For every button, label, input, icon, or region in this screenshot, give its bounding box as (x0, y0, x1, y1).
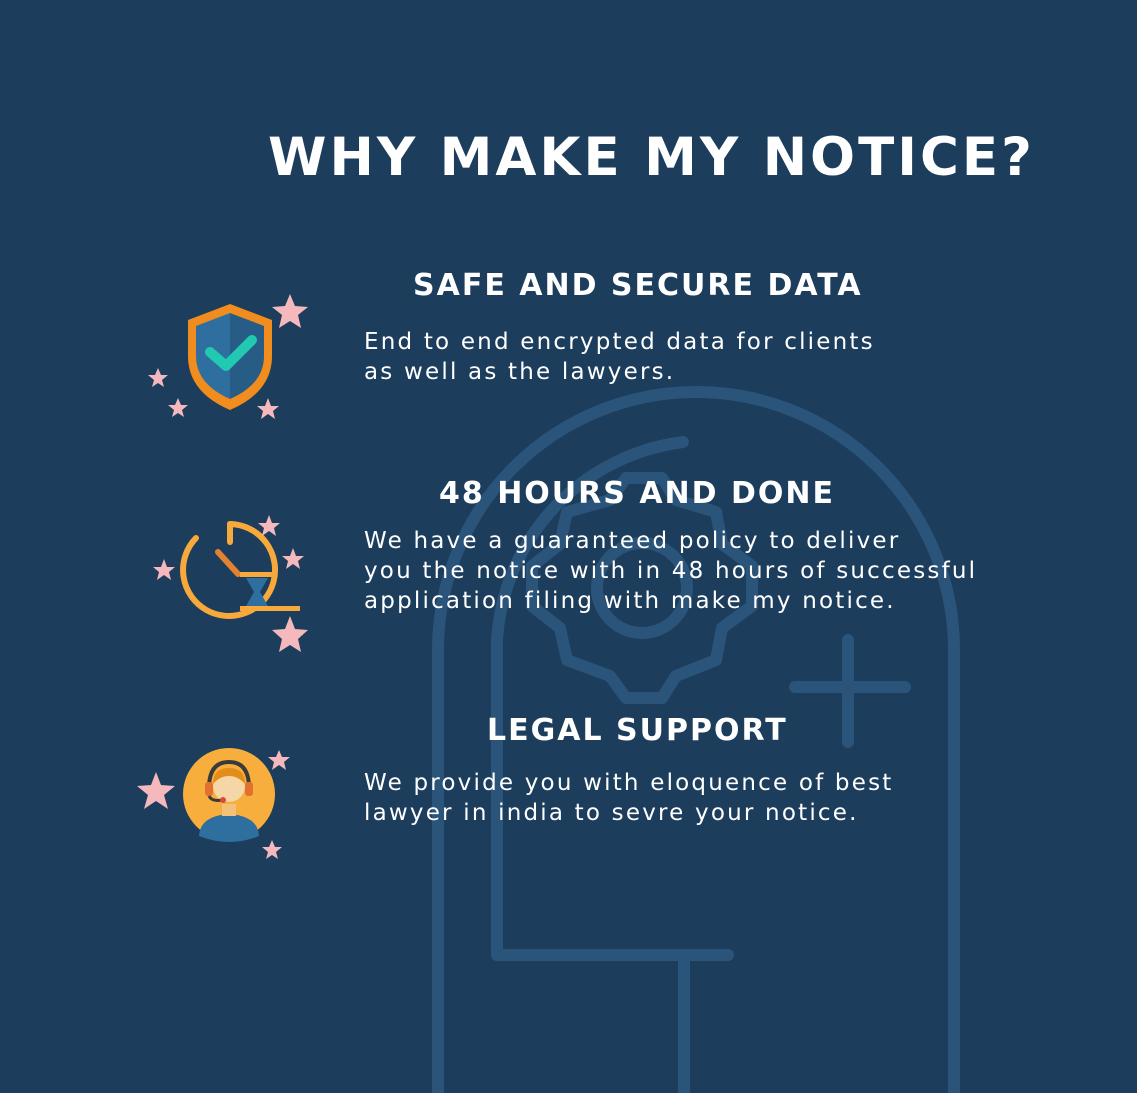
hourglass-body (246, 578, 268, 606)
star-icon (168, 398, 188, 417)
feature-description: We have a guaranteed policy to deliver y… (364, 526, 977, 616)
feature-description-line: End to end encrypted data for clients (364, 329, 875, 355)
feature-description: We provide you with eloquence of best la… (364, 768, 893, 828)
star-icon (148, 368, 168, 387)
star-icon (257, 398, 279, 419)
star-icon (153, 559, 175, 580)
feature-description: End to end encrypted data for clients as… (364, 327, 875, 387)
star-icon (272, 294, 308, 328)
star-icon (262, 840, 282, 859)
feature-title: SAFE AND SECURE DATA (413, 268, 863, 303)
feature-description-line: We provide you with eloquence of best (364, 770, 894, 796)
feature-description-line: as well as the lawyers. (364, 359, 676, 385)
avatar-neck (222, 804, 236, 816)
hourglass-top-bar (240, 572, 274, 577)
feature-description-line: you the notice with in 48 hours of succe… (364, 558, 978, 584)
headset-ear-left (205, 782, 213, 796)
timer-hand (215, 549, 241, 577)
star-icon (272, 616, 308, 652)
feature-description-line: We have a guaranteed policy to deliver (364, 528, 901, 554)
star-icon (137, 772, 175, 809)
why-section: WHY MAKE MY NOTICE? SAFE AND SECURE DATA… (0, 0, 1137, 1093)
feature-title: LEGAL SUPPORT (487, 713, 788, 748)
headset-ear-right (245, 782, 253, 796)
feature-description-line: lawyer in india to sevre your notice. (364, 800, 859, 826)
hourglass-bottom-bar (240, 606, 300, 611)
support-agent-icon (137, 748, 290, 859)
feature-description-line: application filing with make my notice. (364, 588, 896, 614)
star-icon (258, 515, 280, 536)
star-icon (282, 548, 304, 569)
star-icon (268, 750, 290, 770)
page-title: WHY MAKE MY NOTICE? (268, 127, 1035, 188)
feature-title: 48 HOURS AND DONE (439, 476, 835, 511)
stopwatch-hourglass-icon (153, 515, 308, 652)
headset-mic-tip (220, 797, 226, 803)
shield-check-icon (148, 294, 308, 419)
